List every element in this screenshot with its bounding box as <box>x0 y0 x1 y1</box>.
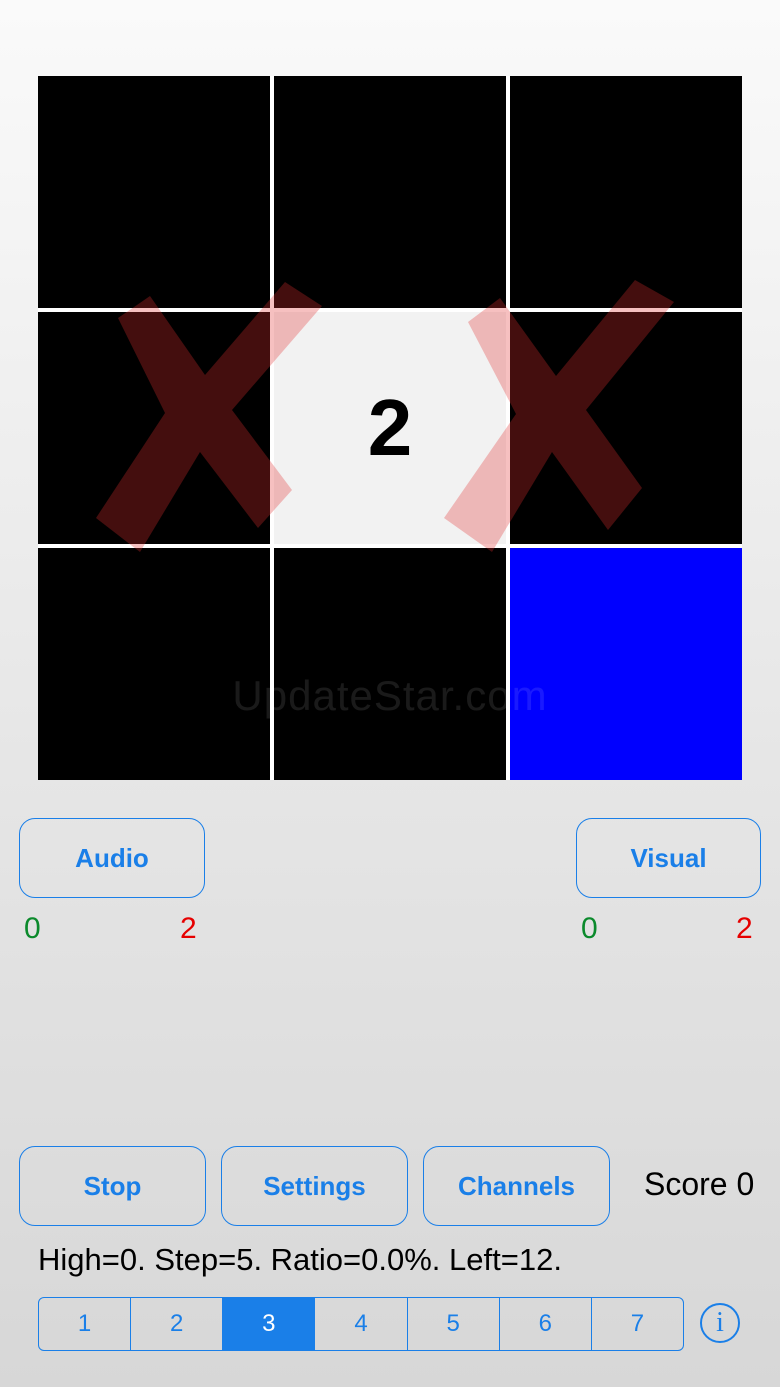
audio-button[interactable]: Audio <box>19 818 205 898</box>
stop-button[interactable]: Stop <box>19 1146 206 1226</box>
watermark: UpdateStar.com <box>232 672 548 719</box>
level-option-2[interactable]: 2 <box>131 1298 224 1350</box>
audio-wrong-count: 2 <box>180 912 197 945</box>
level-selector: 1 2 3 4 5 6 7 <box>38 1297 684 1351</box>
visual-correct-count: 0 <box>581 912 598 945</box>
level-option-1[interactable]: 1 <box>39 1298 132 1350</box>
level-option-6[interactable]: 6 <box>500 1298 592 1350</box>
channels-button[interactable]: Channels <box>423 1146 610 1226</box>
board-cell-6 <box>510 312 742 544</box>
cell-label: 2 <box>367 383 413 472</box>
level-option-4[interactable]: 4 <box>315 1298 408 1350</box>
visual-button[interactable]: Visual <box>576 818 761 898</box>
board-cell-3 <box>510 76 742 308</box>
board-cell-8 <box>274 548 506 780</box>
score-label: Score 0 <box>644 1166 755 1202</box>
board-cell-7 <box>38 548 270 780</box>
info-icon[interactable]: i <box>700 1303 740 1343</box>
board-cell-1 <box>38 76 270 308</box>
level-option-7[interactable]: 7 <box>592 1298 683 1350</box>
visual-wrong-count: 2 <box>736 912 753 945</box>
settings-button[interactable]: Settings <box>221 1146 408 1226</box>
status-text: High=0. Step=5. Ratio=0.0%. Left=12. <box>38 1242 562 1277</box>
board-cell-5: 2 <box>274 312 506 544</box>
board-cell-4 <box>38 312 270 544</box>
board-cell-2 <box>274 76 506 308</box>
level-option-5[interactable]: 5 <box>408 1298 500 1350</box>
board-cell-9 <box>510 548 742 780</box>
audio-correct-count: 0 <box>24 912 41 945</box>
level-option-3[interactable]: 3 <box>223 1298 316 1350</box>
